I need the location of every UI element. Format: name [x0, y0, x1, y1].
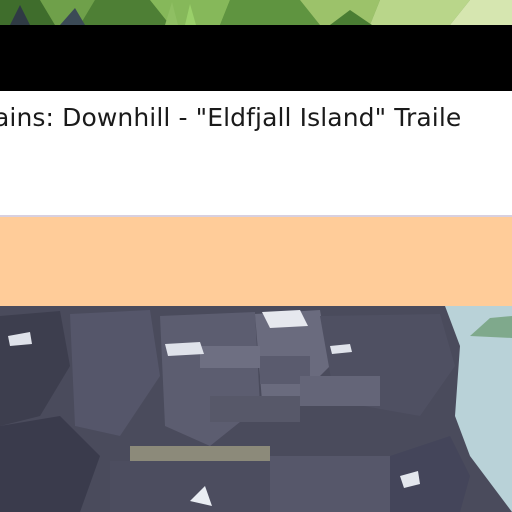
video-player-bar: [0, 25, 512, 91]
rocky-cliff-image: [0, 306, 512, 512]
grass-landscape-image: [0, 0, 512, 25]
video-info-panel: ains: Downhill - "Eldfjall Island" Trail…: [0, 91, 512, 217]
next-video-thumbnail[interactable]: [0, 306, 512, 512]
accent-band: [0, 217, 512, 306]
previous-video-thumbnail[interactable]: [0, 0, 512, 25]
video-title-link[interactable]: ains: Downhill - "Eldfjall Island" Trail…: [0, 103, 461, 132]
